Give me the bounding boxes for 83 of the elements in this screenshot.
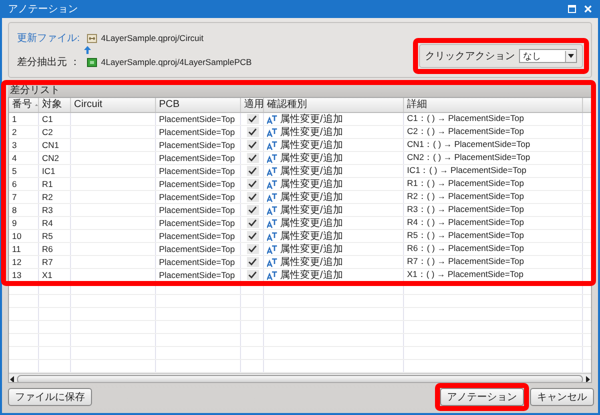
- table-cell-text: PlacementSide=Top: [158, 217, 236, 229]
- table-cell-text: 3: [11, 139, 18, 151]
- save-to-file-button[interactable]: ファイルに保存: [8, 388, 92, 406]
- table-cell-text: 属性変更/追加: [280, 256, 343, 269]
- table-cell-text: 11: [11, 243, 22, 255]
- table-cell-text: X1：( ) → PlacementSide=Top: [406, 269, 524, 281]
- table-cell-text: 12: [11, 256, 22, 268]
- table-cell-text: 属性変更/追加: [280, 242, 343, 256]
- column-header[interactable]: Circuit: [71, 98, 156, 112]
- cancel-button[interactable]: キャンセル: [530, 388, 594, 406]
- table-cell-text: 9: [11, 217, 18, 229]
- column-header[interactable]: 番号: [9, 98, 39, 112]
- column-header[interactable]: 対象: [39, 98, 71, 112]
- table-cell-text: C1：( ) → PlacementSide=Top: [406, 113, 525, 125]
- table-cell-text: 8: [11, 204, 18, 216]
- table-cell-text: R1: [41, 178, 54, 190]
- table-cell-text: R6：( ) → PlacementSide=Top: [406, 243, 525, 255]
- table-cell-text: IC1：( ) → PlacementSide=Top: [406, 165, 528, 177]
- column-header[interactable]: 詳細: [404, 98, 583, 112]
- table-cell-text: R5：( ) → PlacementSide=Top: [406, 230, 525, 242]
- table-cell-text: CN2: [41, 152, 60, 164]
- table-cell-text: CN1: [41, 139, 60, 151]
- table-cell-text: C2：( ) → PlacementSide=Top: [406, 126, 525, 138]
- table-cell-text: R4: [41, 217, 54, 229]
- table-cell-text: 属性変更/追加: [280, 152, 343, 165]
- table-cell-text: PlacementSide=Top: [158, 230, 236, 242]
- click-action-label: クリックアクション: [425, 50, 515, 63]
- table-cell-text: 属性変更/追加: [280, 126, 343, 139]
- click-action-dropdown[interactable]: なし: [519, 49, 577, 63]
- table-cell-text: CN1：( ) → PlacementSide=Top: [406, 139, 532, 151]
- table-cell-text: PlacementSide=Top: [158, 191, 236, 203]
- file-label: 差分抽出元 ：: [17, 56, 81, 69]
- table-cell-text: R7: [41, 256, 54, 268]
- table-cell-text: R3：( ) → PlacementSide=Top: [406, 204, 525, 216]
- table-cell-text: 属性変更/追加: [280, 164, 343, 178]
- table-cell-text: R5: [41, 230, 54, 242]
- column-header[interactable]: PCB: [156, 98, 241, 112]
- table-cell-text: C2: [41, 126, 54, 138]
- file-label: 更新ファイル:: [17, 32, 81, 45]
- column-header[interactable]: 確認種別: [264, 98, 404, 112]
- column-header[interactable]: 適用: [241, 98, 264, 112]
- table-cell-text: 6: [11, 178, 18, 190]
- table-cell-text: 属性変更/追加: [280, 178, 343, 191]
- table-cell-text: PlacementSide=Top: [158, 178, 236, 190]
- table-cell-text: 1: [11, 113, 18, 125]
- table-cell-text: 5: [11, 165, 18, 177]
- table-cell-text: 4: [11, 152, 18, 164]
- window-title: アノテーション: [8, 3, 78, 16]
- file-path: 4LayerSample.qproj/Circuit: [101, 33, 204, 43]
- table-cell-text: 属性変更/追加: [280, 190, 343, 204]
- table-cell-text: CN2：( ) → PlacementSide=Top: [406, 152, 532, 164]
- table-cell-text: 属性変更/追加: [280, 138, 343, 152]
- table-cell-text: PlacementSide=Top: [158, 204, 236, 216]
- table-cell-text: R2：( ) → PlacementSide=Top: [406, 191, 525, 203]
- table-cell-text: R6: [41, 243, 54, 255]
- table-cell-text: PlacementSide=Top: [158, 113, 236, 125]
- table-cell-text: PlacementSide=Top: [158, 269, 236, 281]
- table-cell-text: IC1: [41, 165, 56, 177]
- table-cell-text: PlacementSide=Top: [158, 243, 236, 255]
- table-cell-text: 属性変更/追加: [280, 112, 343, 126]
- table-cell-text: 7: [11, 191, 18, 203]
- table-cell-text: 13: [11, 269, 22, 281]
- table-cell-text: PlacementSide=Top: [158, 126, 236, 138]
- table-cell-text: 属性変更/追加: [280, 268, 343, 282]
- table-cell-text: R4：( ) → PlacementSide=Top: [406, 217, 525, 229]
- annotate-button[interactable]: アノテーション: [440, 388, 524, 406]
- table-cell-text: 属性変更/追加: [280, 216, 343, 230]
- table-cell-text: 属性変更/追加: [280, 204, 343, 217]
- file-path: 4LayerSample.qproj/4LayerSamplePCB: [101, 57, 252, 67]
- table-cell-text: 2: [11, 126, 18, 138]
- table-cell-text: R2: [41, 191, 54, 203]
- table-cell-text: R7：( ) → PlacementSide=Top: [406, 256, 525, 268]
- table-cell-text: PlacementSide=Top: [158, 139, 236, 151]
- table-cell-text: R1：( ) → PlacementSide=Top: [406, 178, 525, 190]
- table-cell-text: PlacementSide=Top: [158, 256, 236, 268]
- table-cell-text: 10: [11, 230, 22, 242]
- table-cell-text: C1: [41, 113, 54, 125]
- table-cell-text: PlacementSide=Top: [158, 152, 236, 164]
- table-cell-text: PlacementSide=Top: [158, 165, 236, 177]
- table-cell-text: X1: [41, 269, 54, 281]
- table-cell-text: 属性変更/追加: [280, 230, 343, 243]
- diff-list-title: 差分リスト: [8, 85, 592, 97]
- table-cell-text: R3: [41, 204, 54, 216]
